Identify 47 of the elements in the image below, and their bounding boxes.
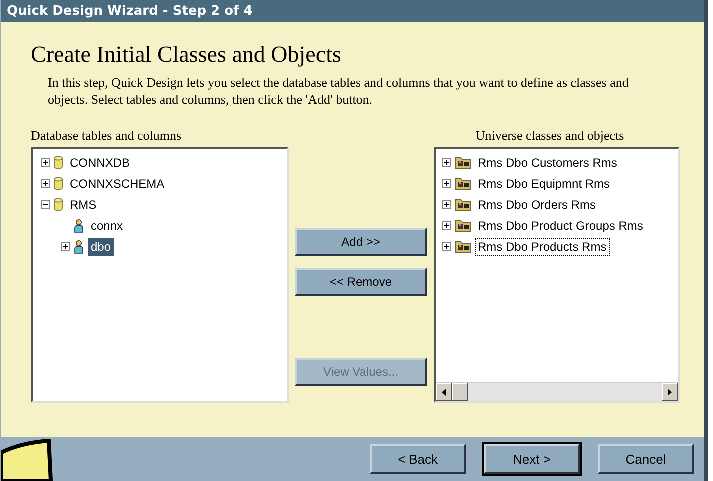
- expand-icon[interactable]: [442, 242, 451, 251]
- panel-label: Universe classes and objects: [474, 128, 626, 144]
- folder-icon: [455, 177, 471, 190]
- database-icon: [54, 198, 63, 212]
- database-icon: [54, 156, 63, 170]
- panel-label: Database tables and columns: [31, 128, 183, 144]
- expand-icon[interactable]: [442, 200, 451, 209]
- tree-item[interactable]: Rms Dbo Orders Rms: [475, 196, 600, 214]
- scroll-left-button[interactable]: [436, 383, 452, 401]
- user-icon: [74, 218, 84, 232]
- expand-icon[interactable]: [442, 221, 451, 230]
- folder-icon: [455, 219, 471, 232]
- tree-item[interactable]: connx: [88, 216, 126, 234]
- wizard-button[interactable]: Next >: [484, 444, 580, 474]
- left-arrow-icon: [442, 388, 446, 396]
- tree-item[interactable]: Rms Dbo Products Rms: [475, 238, 610, 256]
- expand-icon[interactable]: [61, 242, 70, 251]
- tree-item[interactable]: Rms Dbo Equipmnt Rms: [475, 174, 614, 192]
- folder-icon: [455, 156, 471, 169]
- tree-item[interactable]: Rms Dbo Product Groups Rms: [475, 216, 646, 234]
- folder-icon: [455, 198, 471, 211]
- user-icon: [74, 240, 84, 254]
- tree-item[interactable]: CONNXDB: [67, 154, 134, 172]
- tree-item[interactable]: Rms Dbo Customers Rms: [475, 154, 620, 172]
- scroll-thumb[interactable]: [452, 383, 468, 401]
- horizontal-scrollbar[interactable]: [436, 382, 678, 401]
- window-title: Quick Design Wizard - Step 2 of 4: [7, 4, 253, 18]
- universe-tree[interactable]: Rms Dbo Customers Rms Rms Dbo Equipmnt Rms Rms Dbo Orders Rms Rms Dbo Product Groups Rms Rms Dbo Products Rms: [434, 147, 680, 403]
- folder-icon: [455, 240, 471, 253]
- wizard-button[interactable]: < Back: [370, 444, 466, 474]
- panel-button[interactable]: Add >>: [295, 228, 427, 256]
- wizard-button[interactable]: Cancel: [598, 444, 694, 474]
- expand-icon[interactable]: [41, 158, 50, 167]
- tree-item[interactable]: dbo: [88, 238, 114, 256]
- database-icon: [54, 176, 63, 190]
- tree-item[interactable]: CONNXSCHEMA: [67, 174, 168, 192]
- panel-button[interactable]: << Remove: [295, 268, 427, 296]
- expand-icon[interactable]: [41, 179, 50, 188]
- expand-icon[interactable]: [442, 158, 451, 167]
- page-heading: Create Initial Classes and Objects: [31, 42, 342, 68]
- description-text: In this step, Quick Design lets you select the database tables and columns that you want to define as classes and objects. Select tables and columns, then click the 'Add' button.: [48, 74, 630, 108]
- collapse-icon[interactable]: [41, 200, 50, 209]
- database-tree[interactable]: CONNXDB CONNXSCHEMA RMS connx dbo: [31, 147, 289, 403]
- expand-icon[interactable]: [442, 179, 451, 188]
- tree-item[interactable]: RMS: [67, 196, 100, 214]
- right-arrow-icon: [668, 388, 672, 396]
- scroll-right-button[interactable]: [662, 383, 678, 401]
